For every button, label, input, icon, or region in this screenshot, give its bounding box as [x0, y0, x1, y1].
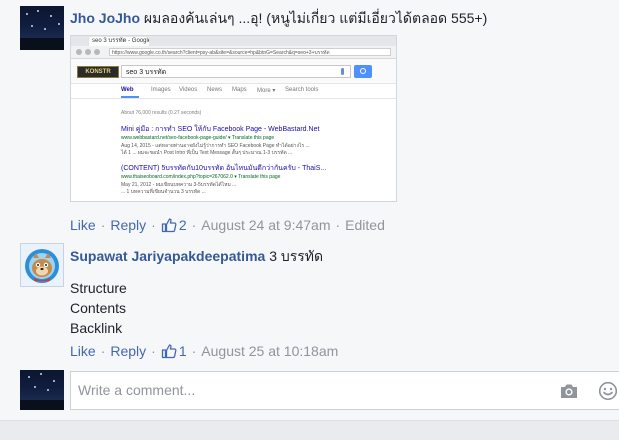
comment-line: Structure [70, 280, 127, 296]
smiley-icon[interactable] [598, 381, 618, 401]
search-tab: Web [121, 87, 134, 93]
browser-tabbar: seo 3 บรรทัด - Google [71, 36, 396, 46]
avatar-supawat[interactable] [20, 243, 64, 287]
search-tabs: Web Images Videos News Maps More ▾ Searc… [71, 84, 396, 99]
comment-author[interactable]: Supawat Jariyapakdeepatima [70, 248, 265, 264]
search-query: seo 3 บรรทัด [121, 65, 351, 78]
like-count[interactable]: 2 [179, 217, 187, 233]
avatar-jho-jojho[interactable] [20, 6, 64, 50]
comment-line: Contents [70, 300, 127, 316]
search-tab: Search tools [285, 87, 319, 93]
comment-thread: Jho JoJho ผมลองค้นเล่นๆ ...อุ! (หนูไม่เก… [0, 0, 619, 420]
comment-actions: Like · Reply · 1 · August 25 at 10:18am [70, 343, 339, 359]
comment-timestamp[interactable]: August 24 at 9:47am [201, 217, 330, 233]
comment-body: Jho JoJho ผมลองค้นเล่นๆ ...อุ! (หนูไม่เก… [70, 9, 610, 27]
thumbs-up-icon[interactable] [161, 343, 177, 359]
mic-icon [341, 68, 344, 75]
result-stats: About 76,000 results (0.27 seconds) [121, 110, 202, 116]
search-tab: Maps [232, 87, 247, 93]
search-header: KONSTR seo 3 บรรทัด [71, 59, 396, 84]
active-tab-indicator [121, 96, 139, 98]
result-snippet: ได้ 1 ... ผมจะขอนำ Post Intro ที่เป็น Te… [121, 150, 293, 156]
comment-text: 3 บรรทัด [269, 248, 324, 264]
comment-text: ผมลองค้นเล่นๆ ...อุ! (หนูไม่เกี่ยว แต่มี… [143, 10, 488, 26]
search-tab: More ▾ [257, 88, 276, 94]
camera-icon[interactable] [559, 382, 579, 400]
attached-screenshot[interactable]: seo 3 บรรทัด - Google https://www.google… [70, 35, 397, 202]
like-link[interactable]: Like [70, 217, 96, 233]
search-tab: Images [151, 87, 171, 93]
like-link[interactable]: Like [70, 343, 96, 359]
reply-link[interactable]: Reply [110, 217, 146, 233]
search-icon [354, 65, 372, 78]
back-icon [76, 49, 82, 55]
forward-icon [85, 49, 91, 55]
comment-placeholder: Write a comment... [78, 382, 196, 398]
result-url: www.webbastard.net/seo-facebook-page-gui… [121, 135, 275, 141]
reply-link[interactable]: Reply [110, 343, 146, 359]
browser-urlbar: https://www.google.co.th/search?client=p… [71, 46, 396, 59]
edited-label[interactable]: Edited [345, 217, 385, 233]
comment-body: Supawat Jariyapakdeepatima 3 บรรทัด [70, 247, 610, 265]
site-logo: KONSTR [77, 66, 119, 78]
reload-icon [94, 49, 100, 55]
search-tab: News [207, 87, 223, 93]
comment-input[interactable]: Write a comment... [70, 371, 619, 410]
browser-url: https://www.google.co.th/search?client=p… [109, 48, 391, 56]
comment-timestamp[interactable]: August 25 at 10:18am [201, 343, 338, 359]
page-bottom-strip [0, 420, 619, 440]
result-url: www.thaiseoboard.com/index.php?topic=267… [121, 174, 281, 180]
composer-avatar [20, 370, 64, 410]
search-tab: Videos [179, 87, 198, 93]
result-snippet: ... 1 บทความที่เขียนจำนวน 3 บรรทัด ... [121, 189, 206, 195]
comment-author[interactable]: Jho JoJho [70, 10, 140, 26]
browser-tab: seo 3 บรรทัด - Google [89, 37, 149, 46]
comment-line: Backlink [70, 320, 123, 336]
cartoon-avatar-icon [25, 249, 59, 283]
result-title: Mini คู่มือ : การทำ SEO ให้กับ Facebook … [121, 126, 320, 133]
like-count[interactable]: 1 [179, 343, 187, 359]
comment-actions: Like · Reply · 2 · August 24 at 9:47am · Edited [70, 217, 385, 233]
thumbs-up-icon[interactable] [161, 217, 177, 233]
result-title: (CONTENT) 5บรรทัดกับ10บรรทัด อันไหนมันดี… [121, 165, 327, 172]
